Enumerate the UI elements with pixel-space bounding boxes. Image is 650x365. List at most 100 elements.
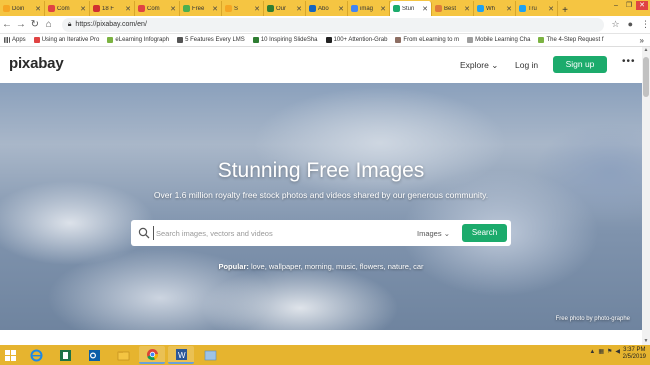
clock-time: 3:37 PM — [623, 347, 646, 353]
tab-label: Com — [147, 5, 160, 12]
browser-tab[interactable]: Free ✕ — [180, 1, 222, 16]
popular-label: Popular: — [218, 262, 249, 271]
bookmark-item[interactable]: eLearning Infograph — [103, 37, 173, 43]
tab-close-icon[interactable]: ✕ — [254, 5, 260, 13]
chevron-down-icon: ⌄ — [443, 229, 450, 238]
system-tray: ▲ ▦ ⚑ ◀ — [589, 348, 620, 356]
search-input[interactable] — [153, 226, 403, 240]
tab-favicon-icon — [225, 5, 232, 12]
browser-tab[interactable]: Our ✕ — [264, 1, 306, 16]
minimize-button[interactable]: – — [610, 1, 622, 10]
page-content-below — [0, 330, 642, 345]
search-icon — [138, 227, 150, 239]
bookmark-item[interactable]: Mobile Learning Cha — [463, 37, 534, 43]
tab-label: Our — [276, 5, 287, 12]
forward-button[interactable]: → — [14, 19, 28, 30]
menu-icon[interactable]: ⋮ — [641, 19, 650, 30]
media-type-select[interactable]: Images ⌄ — [417, 229, 450, 238]
tab-label: Free — [192, 5, 205, 12]
browser-tab[interactable]: Com ✕ — [45, 1, 90, 16]
tab-close-icon[interactable]: ✕ — [380, 5, 386, 13]
scroll-down-icon[interactable]: ▼ — [642, 338, 650, 345]
tab-close-icon[interactable]: ✕ — [212, 5, 218, 13]
tab-close-icon[interactable]: ✕ — [80, 5, 86, 13]
photo-credit[interactable]: Free photo by photo-graphe — [556, 316, 630, 322]
reload-button[interactable]: ↻ — [28, 19, 42, 30]
browser-tab[interactable]: Stun ✕ — [390, 1, 432, 16]
browser-tab[interactable]: S ✕ — [222, 1, 264, 16]
bookmark-favicon-icon — [467, 37, 474, 43]
search-button[interactable]: Search — [462, 224, 507, 242]
tab-close-icon[interactable]: ✕ — [338, 5, 344, 13]
apps-grid-icon — [4, 37, 10, 43]
clock[interactable]: 3:37 PM 2/5/2019 — [623, 347, 646, 361]
tab-label: Tru — [528, 5, 537, 12]
browser-tab[interactable]: Tru ✕ — [516, 1, 558, 16]
hero-subtitle: Over 1.6 million royalty free stock phot… — [153, 190, 489, 200]
file-explorer-icon[interactable] — [110, 346, 136, 364]
bookmark-favicon-icon — [33, 37, 40, 43]
word-icon[interactable]: W — [168, 346, 194, 364]
tab-close-icon[interactable]: ✕ — [506, 5, 512, 13]
volume-icon[interactable]: ◀ — [615, 348, 620, 355]
scroll-thumb[interactable] — [643, 57, 649, 97]
outlook-icon[interactable] — [81, 346, 107, 364]
bookmark-item[interactable]: 100+ Attention-Grab — [322, 37, 392, 43]
apps-shortcut[interactable]: Apps — [0, 37, 30, 43]
tab-close-icon[interactable]: ✕ — [125, 5, 131, 13]
tab-label: Best — [444, 5, 457, 12]
browser-tab[interactable]: Com ✕ — [135, 1, 180, 16]
maximize-button[interactable]: ❐ — [623, 1, 635, 10]
pixabay-logo[interactable]: pixabay — [9, 55, 64, 72]
explore-menu[interactable]: Explore ⌄ — [460, 60, 498, 71]
new-tab-button[interactable]: + — [558, 5, 572, 16]
browser-tab[interactable]: Best ✕ — [432, 1, 474, 16]
search-bar: Images ⌄ Search — [131, 220, 511, 246]
tab-close-icon[interactable]: ✕ — [296, 5, 302, 13]
browser-tab[interactable]: Wh ✕ — [474, 1, 516, 16]
flag-icon[interactable]: ⚑ — [607, 348, 612, 355]
browser-tab[interactable]: Abo ✕ — [306, 1, 348, 16]
tab-favicon-icon — [138, 5, 145, 12]
bookmarks-overflow-button[interactable]: » — [640, 36, 650, 45]
bookmark-item[interactable]: The 4-Step Request f — [534, 37, 607, 43]
page-scrollbar[interactable]: ▲ ▼ — [642, 47, 650, 345]
bookmark-item[interactable]: Using an Iterative Pro — [30, 37, 104, 43]
tab-favicon-icon — [435, 5, 442, 12]
signup-button[interactable]: Sign up — [553, 56, 607, 73]
tab-favicon-icon — [3, 5, 10, 12]
excel-icon[interactable] — [52, 346, 78, 364]
login-link[interactable]: Log in — [515, 60, 538, 70]
tray-expand-icon[interactable]: ▲ — [589, 349, 595, 355]
back-button[interactable]: ← — [0, 19, 14, 30]
home-button[interactable]: ⌂ — [42, 19, 56, 30]
bookmark-star-icon[interactable]: ☆ — [612, 19, 620, 30]
tab-close-icon[interactable]: ✕ — [422, 5, 428, 13]
bookmark-item[interactable]: From eLearning to m — [391, 37, 463, 43]
profile-icon[interactable]: ● — [628, 19, 633, 30]
scroll-up-icon[interactable]: ▲ — [642, 47, 650, 54]
internet-explorer-icon[interactable] — [23, 346, 49, 364]
browser-tab[interactable]: 18 F ✕ — [90, 1, 135, 16]
tab-close-icon[interactable]: ✕ — [35, 5, 41, 13]
window-controls: – ❐ ✕ — [610, 1, 648, 10]
tab-close-icon[interactable]: ✕ — [170, 5, 176, 13]
tab-label: Doin — [12, 5, 25, 12]
tab-close-icon[interactable]: ✕ — [548, 5, 554, 13]
bookmark-item[interactable]: 10 Inspiring SlideSha — [249, 37, 322, 43]
url-field[interactable]: 🔒︎ https://pixabay.com/en/ — [61, 17, 604, 32]
chrome-icon[interactable] — [139, 346, 165, 364]
bookmark-item[interactable]: 5 Features Every LMS — [173, 37, 249, 43]
windows-logo-icon — [4, 349, 16, 361]
more-menu-icon[interactable]: ••• — [622, 56, 636, 67]
start-button[interactable] — [0, 345, 20, 365]
tab-favicon-icon — [393, 5, 400, 12]
tab-close-icon[interactable]: ✕ — [464, 5, 470, 13]
clock-date: 2/5/2019 — [622, 354, 646, 360]
browser-tab[interactable]: Doin ✕ — [0, 1, 45, 16]
network-icon[interactable]: ▦ — [598, 348, 604, 355]
browser-tab[interactable]: imag ✕ — [348, 1, 390, 16]
close-window-button[interactable]: ✕ — [636, 1, 648, 10]
app-window-icon[interactable] — [197, 346, 223, 364]
popular-terms[interactable]: love, wallpaper, morning, music, flowers… — [251, 262, 424, 271]
